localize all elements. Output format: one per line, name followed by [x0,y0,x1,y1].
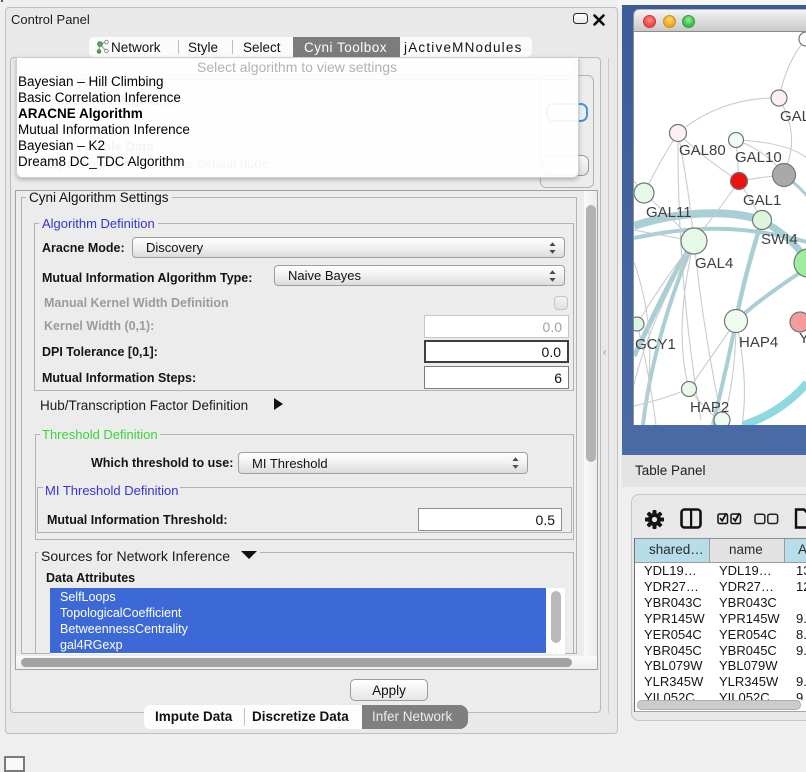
svg-text:GAL7: GAL7 [780,108,806,125]
svg-text:GAL80: GAL80 [679,142,726,159]
svg-text:HAP4: HAP4 [739,334,778,351]
svg-text:GAL11: GAL11 [646,204,692,221]
svg-text:GCY1: GCY1 [635,336,676,353]
svg-text:GAL1: GAL1 [743,192,781,209]
svg-text:Y: Y [799,330,806,347]
svg-text:HAP2: HAP2 [690,399,729,416]
svg-text:SWI4: SWI4 [761,231,798,248]
svg-text:GAL4: GAL4 [695,255,733,272]
svg-text:GAL10: GAL10 [735,149,782,166]
